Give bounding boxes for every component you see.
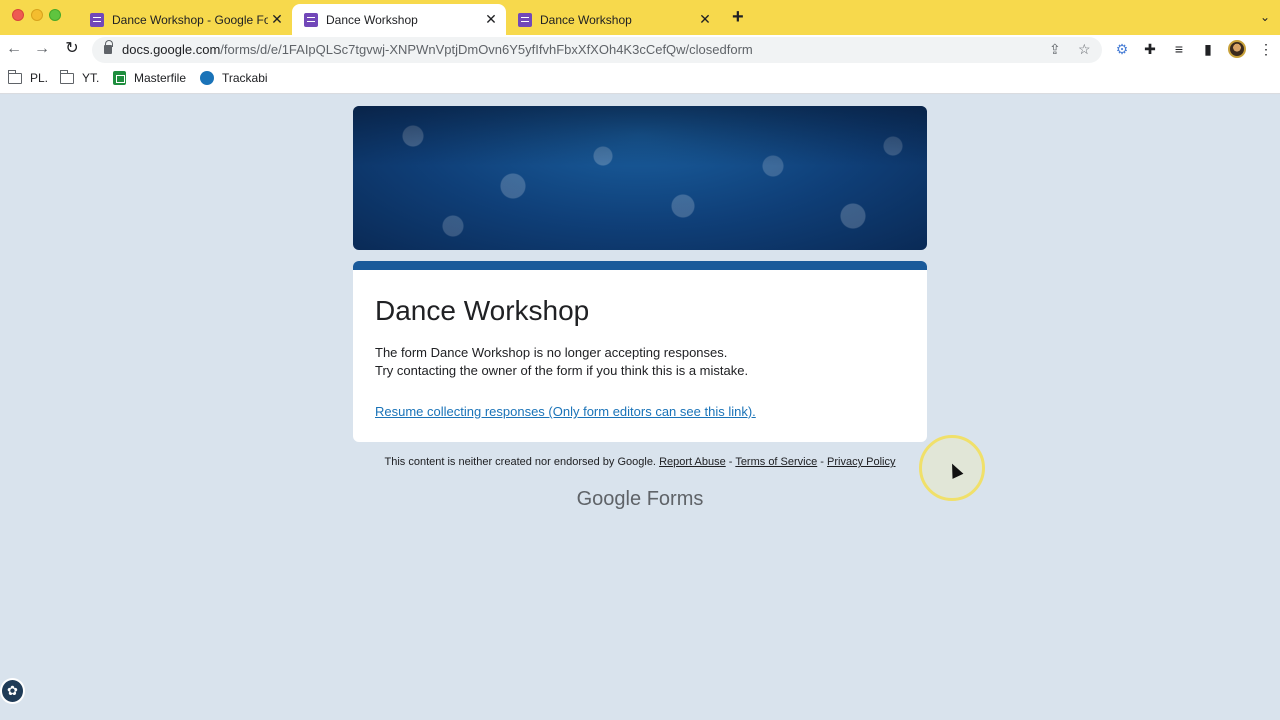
address-bar[interactable]: docs.google.com/forms/d/e/1FAIpQLSc7tgvw… — [92, 37, 1102, 63]
header-banner-image — [353, 106, 927, 250]
tab-title: Dance Workshop — [540, 12, 632, 27]
bookmark-label: Trackabi — [222, 71, 268, 85]
accessibility-widget-icon[interactable]: ✿ — [0, 678, 25, 704]
brand-google: Google — [576, 488, 642, 510]
reload-icon[interactable]: ↻ — [62, 40, 82, 58]
bookmarks-bar: PL. YT. Masterfile Trackabi — [0, 64, 1280, 94]
google-forms-logo[interactable]: Google Forms — [0, 488, 1280, 511]
avatar[interactable] — [1228, 40, 1246, 58]
url-path: /forms/d/e/1FAIpQLSc7tgvwj-XNPWnVptjDmOv… — [220, 42, 753, 57]
bookmark-label: YT. — [82, 71, 100, 85]
browser-toolbar: ← → ↻ docs.google.com/forms/d/e/1FAIpQLS… — [0, 35, 1280, 64]
bookmark-masterfile[interactable]: Masterfile — [113, 71, 186, 85]
bookmark-yt[interactable]: YT. — [59, 69, 100, 85]
tab-title: Dance Workshop — [326, 12, 418, 27]
google-forms-icon — [304, 12, 318, 27]
bookmark-pl[interactable]: PL. — [7, 69, 49, 85]
tab-close-icon[interactable]: ✕ — [268, 11, 286, 28]
bookmark-label: Masterfile — [134, 71, 187, 85]
google-forms-icon — [518, 12, 532, 27]
window-minimize-button[interactable] — [31, 9, 43, 21]
star-icon[interactable]: ☆ — [1078, 41, 1091, 58]
tab-close-icon[interactable]: ✕ — [482, 11, 500, 28]
tab-dance-workshop-active[interactable]: Dance Workshop ✕ — [292, 4, 506, 35]
folder-icon — [59, 69, 74, 84]
tab-search-chevron-icon[interactable]: ⌄ — [1260, 10, 1270, 24]
folder-icon — [7, 69, 22, 84]
privacy-link[interactable]: Privacy Policy — [827, 456, 895, 468]
footer-disclaimer: This content is neither created nor endo… — [0, 456, 1280, 468]
forward-arrow-icon[interactable]: → — [32, 40, 52, 58]
bookmark-trackabi[interactable]: Trackabi — [200, 71, 268, 85]
brand-forms: Forms — [646, 488, 704, 510]
new-tab-button[interactable]: + — [732, 7, 744, 27]
form-card: Dance Workshop The form Dance Workshop i… — [353, 261, 927, 442]
disclaimer-text: This content is neither created nor endo… — [384, 456, 657, 468]
url-text[interactable]: docs.google.com/forms/d/e/1FAIpQLSc7tgvw… — [122, 42, 753, 57]
url-host: docs.google.com — [122, 42, 221, 57]
puzzle-icon[interactable]: ✚ — [1141, 41, 1159, 58]
closed-message-line1: The form Dance Workshop is no longer acc… — [375, 345, 728, 360]
tab-title: Dance Workshop - Google Forms — [112, 12, 268, 27]
closed-message-line2: Try contacting the owner of the form if … — [375, 363, 749, 378]
separator: - — [820, 456, 824, 468]
lock-icon[interactable] — [104, 40, 113, 54]
media-icon[interactable]: ≡ — [1170, 41, 1188, 57]
sheets-icon — [113, 71, 126, 85]
tab-forms-editor[interactable]: Dance Workshop - Google Forms ✕ — [78, 4, 292, 35]
tab-close-icon[interactable]: ✕ — [696, 11, 714, 28]
tab-dance-workshop[interactable]: Dance Workshop ✕ — [506, 4, 720, 35]
google-forms-icon — [90, 12, 104, 27]
banner-shade — [353, 106, 927, 166]
resume-collecting-link[interactable]: Resume collecting responses (Only form e… — [375, 404, 756, 419]
page-content: Dance Workshop The form Dance Workshop i… — [0, 95, 1280, 720]
back-arrow-icon[interactable]: ← — [4, 40, 24, 58]
sidepanel-icon[interactable]: ▮ — [1199, 41, 1217, 58]
terms-link[interactable]: Terms of Service — [735, 456, 817, 468]
form-title: Dance Workshop — [375, 295, 590, 326]
separator: - — [728, 456, 733, 468]
window-maximize-button[interactable] — [49, 9, 61, 21]
bookmark-label: PL. — [30, 71, 49, 85]
tab-strip: Dance Workshop - Google Forms ✕ Dance Wo… — [0, 0, 1280, 35]
extension-icon[interactable]: ⚙ — [1113, 41, 1131, 58]
trackabi-icon — [200, 71, 214, 85]
share-icon[interactable]: ⇪ — [1049, 41, 1061, 58]
report-abuse-link[interactable]: Report Abuse — [659, 456, 726, 468]
window-close-button[interactable] — [12, 9, 24, 21]
menu-icon[interactable]: ⋮ — [1257, 41, 1275, 58]
